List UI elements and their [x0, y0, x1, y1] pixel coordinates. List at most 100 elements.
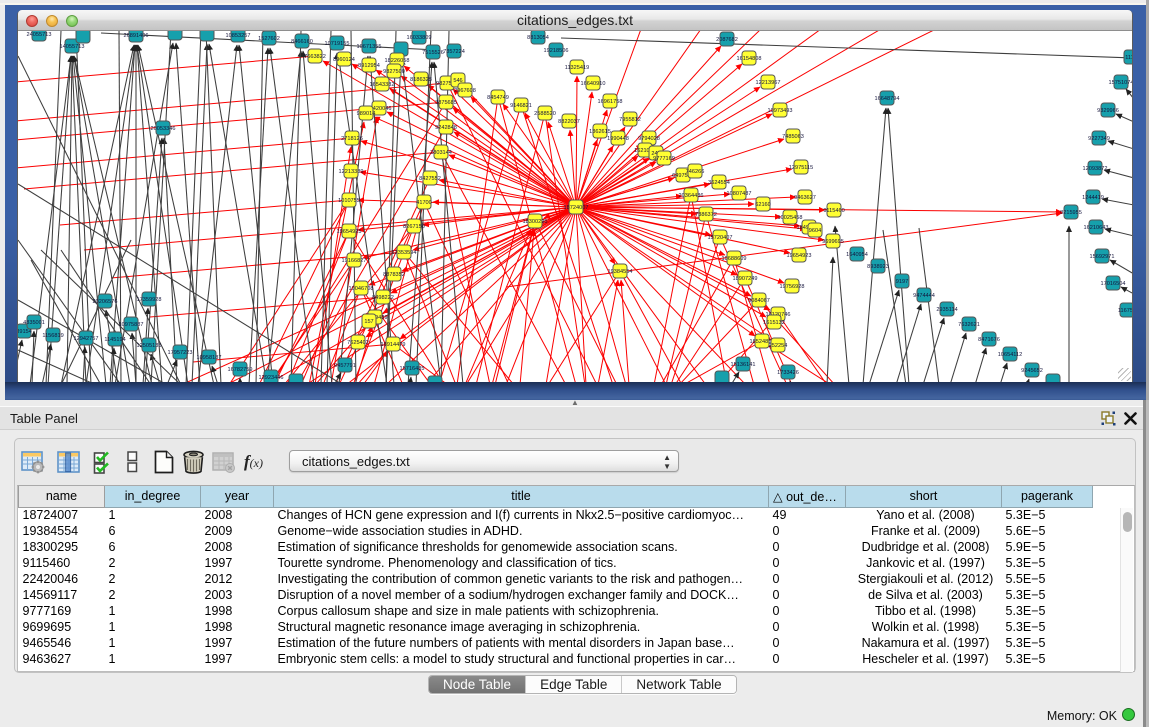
svg-text:1362615: 1362615: [589, 129, 611, 135]
svg-text:10807487: 10807487: [727, 191, 752, 197]
svg-text:20053346: 20053346: [151, 126, 176, 132]
svg-text:11325419: 11325419: [565, 65, 589, 71]
svg-text:41700: 41700: [416, 200, 432, 206]
svg-text:15716485: 15716485: [400, 366, 425, 372]
svg-text:8215955: 8215955: [1060, 210, 1082, 216]
svg-text:9463627: 9463627: [794, 195, 816, 201]
svg-text:17016504: 17016504: [1101, 281, 1126, 287]
svg-text:8938923: 8938923: [867, 264, 889, 270]
svg-text:20364436: 20364436: [679, 193, 704, 199]
svg-text:7663822: 7663822: [304, 54, 326, 60]
svg-text:9242848: 9242848: [435, 125, 457, 131]
svg-text:9827500: 9827500: [383, 69, 405, 75]
svg-text:16782759: 16782759: [228, 367, 253, 373]
svg-text:1990448: 1990448: [607, 136, 629, 142]
svg-text:9777169: 9777169: [653, 156, 675, 162]
svg-text:2803144: 2803144: [430, 150, 452, 156]
svg-text:9245652: 9245652: [1021, 368, 1043, 374]
svg-text:7632621: 7632621: [958, 322, 980, 328]
svg-text:1156819: 1156819: [42, 333, 63, 339]
svg-text:18724007: 18724007: [564, 205, 589, 211]
svg-text:2718126: 2718126: [341, 136, 363, 142]
svg-text:19218506: 19218506: [544, 48, 569, 54]
svg-text:9794028: 9794028: [638, 136, 660, 142]
svg-text:17957223: 17957223: [168, 350, 193, 356]
svg-text:157: 157: [364, 319, 373, 325]
svg-text:12923446: 12923446: [259, 375, 284, 381]
svg-text:9474444: 9474444: [913, 293, 935, 299]
svg-text:9329966: 9329966: [1097, 108, 1119, 114]
svg-text:8960124: 8960124: [333, 57, 355, 63]
svg-text:12213389: 12213389: [339, 169, 364, 175]
svg-text:9604: 9604: [809, 228, 821, 234]
svg-text:2935114: 2935114: [936, 307, 957, 313]
svg-text:9084067: 9084067: [748, 298, 770, 304]
svg-text:8912954: 8912954: [358, 63, 380, 69]
svg-text:10654112: 10654112: [998, 352, 1022, 358]
svg-text:2588520: 2588520: [534, 111, 556, 117]
svg-text:1640954: 1640954: [846, 252, 868, 258]
svg-text:8471676: 8471676: [978, 337, 1000, 343]
svg-text:16914479: 16914479: [381, 342, 406, 348]
svg-text:10688609: 10688609: [722, 256, 747, 262]
svg-text:12942757: 12942757: [74, 336, 99, 342]
svg-text:9227349: 9227349: [1088, 136, 1110, 142]
svg-text:16640910: 16640910: [581, 81, 606, 87]
svg-text:12353594: 12353594: [392, 250, 417, 256]
svg-text:12505135: 12505135: [137, 343, 162, 349]
svg-text:16154808: 16154808: [737, 56, 762, 62]
svg-text:12093872: 12093872: [1083, 166, 1108, 172]
svg-text:2967608: 2967608: [454, 88, 476, 94]
svg-text:252254: 252254: [769, 343, 788, 349]
svg-text:4835001: 4835001: [23, 320, 45, 326]
svg-text:10973493: 10973493: [768, 108, 793, 114]
svg-text:3624554: 3624554: [708, 180, 730, 186]
svg-text:746266: 746266: [686, 169, 705, 175]
svg-text:12213967: 12213967: [756, 80, 781, 86]
svg-text:12975115: 12975115: [789, 165, 813, 171]
svg-text:19654925: 19654925: [337, 229, 362, 235]
svg-text:8454749: 8454749: [487, 95, 509, 101]
svg-text:19654923: 19654923: [787, 253, 812, 259]
svg-text:18300295: 18300295: [523, 219, 548, 225]
svg-text:8813054: 8813054: [527, 35, 549, 41]
svg-text:9197: 9197: [896, 279, 908, 285]
svg-text:1244419: 1244419: [1082, 195, 1104, 201]
svg-text:16210643: 16210643: [1084, 225, 1109, 231]
svg-text:15692971: 15692971: [1090, 254, 1115, 260]
svg-text:9146821: 9146821: [510, 103, 532, 109]
svg-text:15136141: 15136141: [731, 362, 756, 368]
svg-text:7625402: 7625402: [347, 340, 369, 346]
svg-text:7357224: 7357224: [443, 49, 465, 55]
svg-text:1527602: 1527602: [258, 36, 280, 42]
svg-text:2087682: 2087682: [716, 37, 738, 43]
svg-text:9699695: 9699695: [822, 239, 844, 245]
svg-text:10853257: 10853257: [226, 33, 251, 39]
svg-text:18226058: 18226058: [385, 58, 410, 64]
svg-text:8267150: 8267150: [403, 224, 425, 230]
svg-text:20206576: 20206576: [93, 299, 118, 305]
svg-text:8822037: 8822037: [558, 119, 580, 125]
svg-text:10719155: 10719155: [325, 41, 350, 47]
svg-text:8186328: 8186328: [410, 77, 432, 83]
svg-text:1010755: 1010755: [338, 198, 360, 204]
svg-text:9115460: 9115460: [823, 208, 844, 214]
svg-text:15720407: 15720407: [708, 235, 733, 241]
svg-text:19756928: 19756928: [780, 284, 805, 290]
svg-text:1145194: 1145194: [104, 337, 125, 343]
svg-text:3875685: 3875685: [435, 100, 457, 106]
svg-text:8498222: 8498222: [372, 295, 394, 301]
svg-text:7386372: 7386372: [695, 212, 717, 218]
svg-text:16033809: 16033809: [407, 35, 432, 41]
svg-text:14055713: 14055713: [60, 44, 85, 50]
svg-text:10671355: 10671355: [357, 44, 382, 50]
svg-text:15751074: 15751074: [1109, 80, 1132, 86]
svg-text:19384554: 19384554: [608, 269, 633, 275]
svg-text:7955812: 7955812: [619, 117, 641, 123]
svg-text:116753: 116753: [1118, 308, 1132, 314]
svg-text:989014: 989014: [357, 111, 376, 117]
svg-text:1733426: 1733426: [777, 370, 799, 376]
svg-text:10046708: 10046708: [349, 286, 374, 292]
svg-text:1112: 1112: [1125, 55, 1132, 61]
svg-text:24055713: 24055713: [27, 32, 52, 38]
